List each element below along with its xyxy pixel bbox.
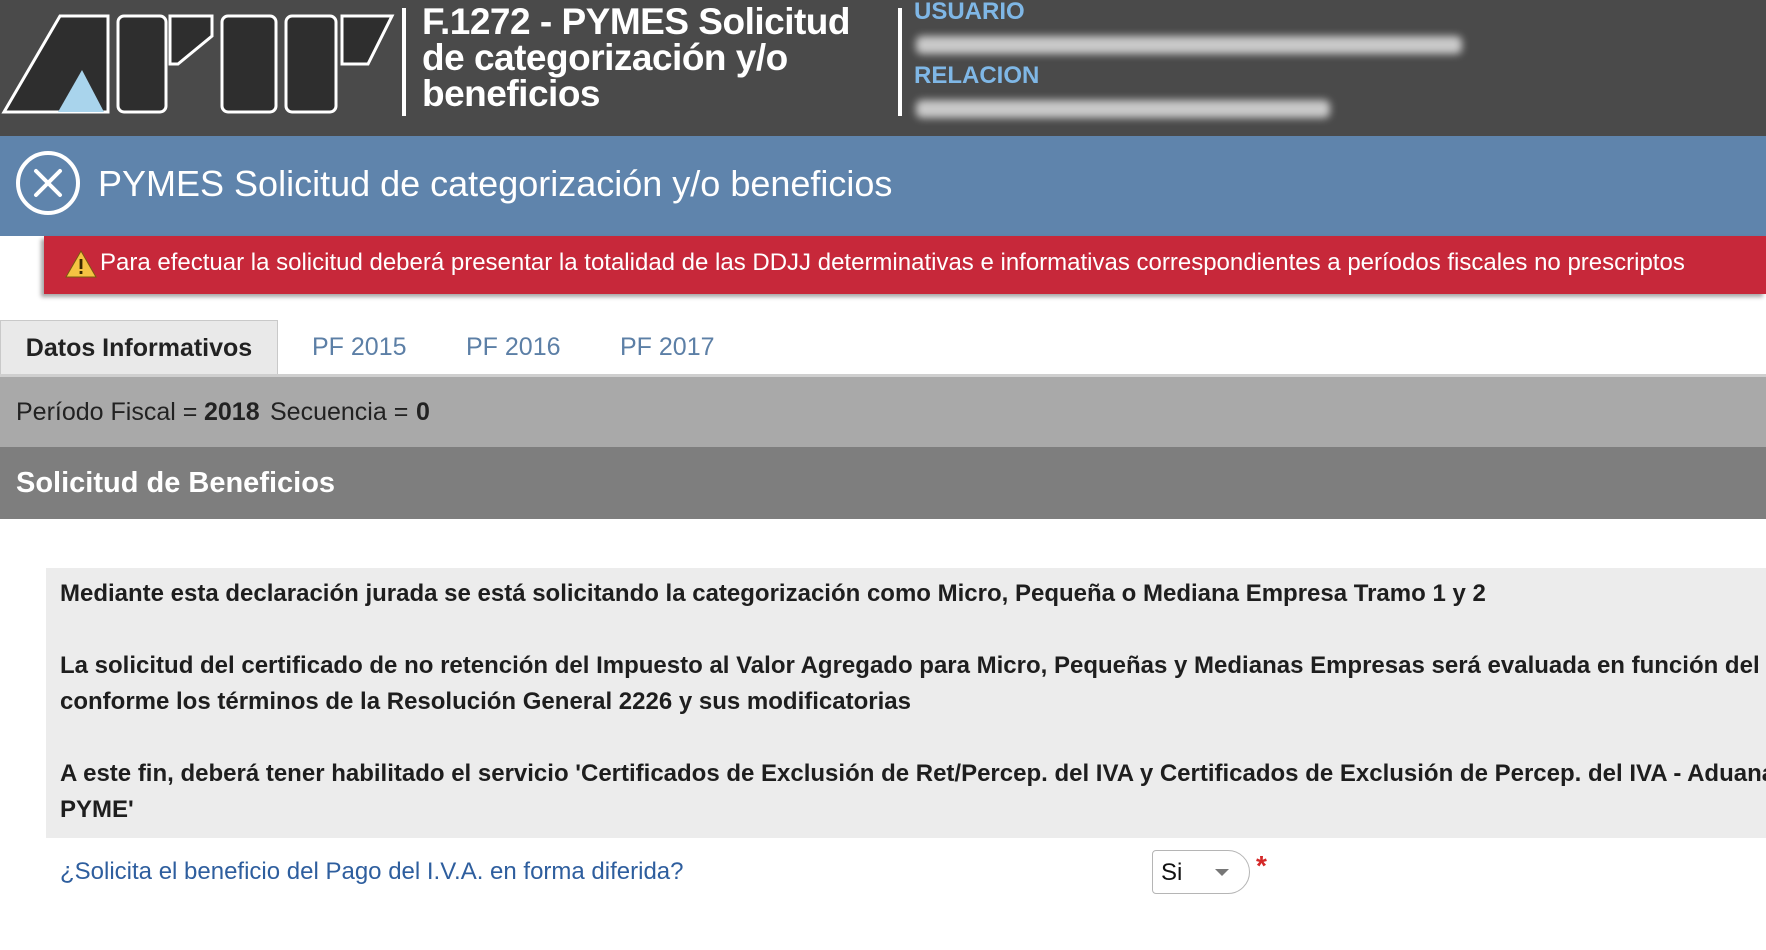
info-box: Mediante esta declaración jurada se está… — [46, 568, 1766, 838]
alert-banner: Para efectuar la solicitud deberá presen… — [44, 236, 1766, 294]
info-line: A este fin, deberá tener habilitado el s… — [60, 760, 1766, 787]
periodo-bar: Período Fiscal = 2018 Secuencia = 0 — [0, 377, 1766, 447]
usuario-label: USUARIO — [914, 0, 1025, 25]
relacion-label: RELACION — [914, 62, 1040, 89]
usuario-value-redacted — [916, 36, 1462, 54]
info-line: PYME' — [60, 796, 134, 823]
iva-diferido-question: ¿Solicita el beneficio del Pago del I.V.… — [60, 858, 684, 885]
required-marker: * — [1256, 850, 1267, 881]
afip-logo — [1, 14, 395, 114]
periodo-fiscal-value: 2018 — [204, 398, 260, 426]
app-header: F.1272 - PYMES Solicitud de categorizaci… — [0, 0, 1766, 136]
tab-pf-2015[interactable]: PF 2015 — [312, 320, 407, 374]
iva-diferido-select[interactable]: Si — [1152, 850, 1250, 894]
info-line: Mediante esta declaración jurada se está… — [60, 580, 1486, 607]
section-title: Solicitud de Beneficios — [16, 467, 336, 499]
periodo-fiscal-label: Período Fiscal = — [16, 398, 198, 426]
info-line: La solicitud del certificado de no reten… — [60, 652, 1760, 679]
relacion-value-redacted — [916, 100, 1330, 118]
chevron-down-icon — [1215, 869, 1229, 876]
tab-datos-informativos[interactable]: Datos Informativos — [0, 320, 278, 374]
alert-message: Para efectuar la solicitud deberá presen… — [100, 249, 1685, 276]
info-line: conforme los términos de la Resolución G… — [60, 688, 911, 715]
page-title: PYMES Solicitud de categorización y/o be… — [98, 163, 893, 204]
page-titlebar: PYMES Solicitud de categorización y/o be… — [0, 136, 1766, 236]
close-circle-icon[interactable] — [15, 150, 81, 216]
form-title: F.1272 - PYMES Solicitud de categorizaci… — [422, 1, 851, 114]
secuencia-label: Secuencia = — [270, 398, 409, 426]
section-header: Solicitud de Beneficios — [0, 447, 1766, 519]
header-divider — [402, 8, 406, 116]
secuencia-value: 0 — [416, 398, 430, 426]
tab-bar: Datos Informativos PF 2015 PF 2016 PF 20… — [0, 320, 1766, 377]
select-value: Si — [1161, 859, 1183, 886]
warning-triangle-icon — [65, 249, 97, 278]
tab-pf-2017[interactable]: PF 2017 — [620, 320, 715, 374]
tab-pf-2016[interactable]: PF 2016 — [466, 320, 561, 374]
header-divider — [898, 8, 902, 116]
